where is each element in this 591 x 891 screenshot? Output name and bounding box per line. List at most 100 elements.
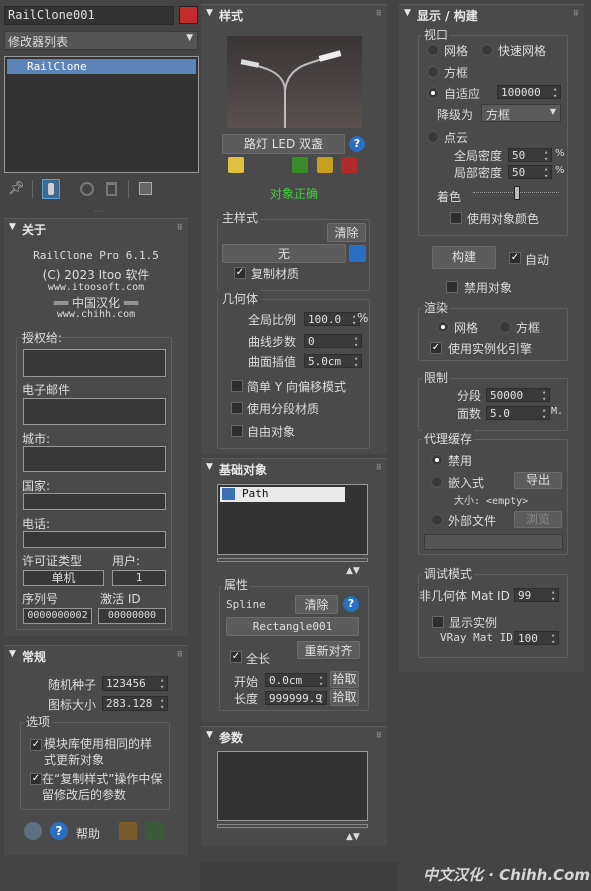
style-header[interactable]: ▼ 样式 ⠿ — [201, 5, 387, 25]
free-object-checkbox[interactable] — [231, 425, 243, 437]
use-object-color-checkbox[interactable] — [450, 212, 462, 224]
general-header[interactable]: ▼ 常规 ⠿ — [4, 646, 188, 666]
globe-icon[interactable] — [24, 822, 42, 840]
base-object-item-path[interactable]: Path — [220, 487, 345, 502]
help-icon[interactable]: ? — [343, 596, 359, 612]
adaptive-spinner[interactable]: 100000 — [497, 85, 561, 100]
seed-spinner[interactable]: 123456 — [102, 676, 168, 691]
viewport-pointcloud-radio[interactable] — [427, 131, 439, 143]
style-name-button[interactable]: 路灯 LED 双盏 — [222, 134, 345, 154]
faces-spinner[interactable]: 5.0 — [486, 406, 550, 421]
global-scale-spinner[interactable]: 100.0 — [304, 312, 360, 327]
arrow-left-red-icon[interactable] — [341, 157, 357, 173]
list-scrollbar[interactable] — [217, 558, 368, 562]
vray-matid-spinner[interactable]: 100 — [514, 631, 559, 646]
render-box-radio[interactable] — [499, 321, 511, 333]
segment-material-checkbox[interactable] — [231, 402, 243, 414]
status-text: 对象正确 — [269, 187, 318, 201]
spline-pick-button[interactable]: Rectangle001 — [226, 617, 359, 636]
surface-interp-spinner[interactable]: 5.0cm — [304, 354, 362, 369]
help-icon[interactable]: ? — [349, 136, 365, 152]
panel-drag-handle[interactable]: ···· — [94, 207, 104, 216]
icon-size-spinner[interactable]: 283.128 — [102, 696, 168, 711]
degrade-dropdown[interactable]: 方框 ▼ — [481, 104, 561, 122]
arrow-right-green-icon[interactable] — [292, 157, 308, 173]
show-instances-checkbox[interactable] — [432, 616, 444, 628]
length-pick-button[interactable]: 拾取 — [330, 689, 359, 706]
proxy-embedded-radio[interactable] — [431, 476, 443, 488]
length-spinner[interactable]: 999999.9 — [265, 691, 327, 706]
about-header[interactable]: ▼ 关于 ⠿ — [4, 219, 188, 239]
parameters-list[interactable] — [217, 751, 368, 821]
phone-field[interactable] — [23, 531, 166, 548]
object-color-swatch[interactable] — [179, 6, 198, 24]
display-build-title: 显示 / 构建 — [417, 9, 478, 23]
modifier-list-dropdown[interactable]: 修改器列表 ▼ — [4, 31, 198, 50]
refresh-icon[interactable] — [349, 245, 366, 262]
simple-y-checkbox[interactable] — [231, 380, 243, 392]
stack-item-railclone[interactable]: RailClone — [7, 59, 196, 74]
object-name-field[interactable]: RailClone001 — [4, 6, 174, 25]
modifier-stack-list[interactable]: RailClone — [4, 56, 199, 173]
opt2-checkbox[interactable]: ✓ — [30, 773, 42, 785]
proxy-disabled-radio[interactable] — [431, 454, 443, 466]
licensed-to-field[interactable] — [23, 349, 166, 377]
color-slider[interactable] — [473, 186, 559, 200]
length-label: 长度 — [234, 692, 259, 706]
move-up-icon[interactable]: ▲▼ — [346, 832, 360, 842]
help-icon[interactable]: ? — [50, 822, 68, 840]
build-button[interactable]: 构建 — [432, 246, 496, 269]
curve-steps-spinner[interactable]: 0 — [304, 334, 362, 349]
arrow-right-yellow-icon[interactable] — [317, 157, 333, 173]
country-label: 国家: — [22, 479, 51, 493]
start-pick-button[interactable]: 拾取 — [330, 671, 359, 688]
color-slider-thumb[interactable] — [514, 186, 520, 200]
parameters-header[interactable]: ▼ 参数 ⠿ — [201, 727, 387, 747]
country-field[interactable] — [23, 493, 166, 510]
main-style-clear-button[interactable]: 清除 — [327, 223, 366, 242]
viewport-box-radio[interactable] — [427, 66, 439, 78]
start-spinner[interactable]: 0.0cm — [265, 673, 327, 688]
make-unique-icon[interactable] — [80, 182, 94, 196]
auto-checkbox[interactable]: ✓ — [509, 252, 521, 264]
help-label[interactable]: 帮助 — [76, 825, 100, 842]
pin-stack-icon[interactable]: 📌︎ — [8, 181, 25, 196]
email-field[interactable] — [23, 398, 166, 425]
list-icon[interactable] — [145, 822, 163, 840]
configure-sets-icon[interactable] — [139, 182, 152, 195]
local-density-spinner[interactable]: 50 — [508, 165, 552, 180]
viewport-mesh-radio[interactable] — [427, 44, 439, 56]
show-end-result-icon[interactable] — [42, 179, 60, 199]
full-length-checkbox[interactable]: ✓ — [230, 651, 242, 663]
display-build-header[interactable]: ▼ 显示 / 构建 ⠿ — [399, 5, 584, 25]
modifier-list-label: 修改器列表 — [8, 35, 69, 49]
segments-spinner[interactable]: 50000 — [486, 388, 550, 403]
global-density-spinner[interactable]: 50 — [508, 148, 552, 163]
opt1-checkbox[interactable]: ✓ — [30, 739, 42, 751]
about-title: 关于 — [22, 223, 47, 237]
city-field[interactable] — [23, 446, 166, 472]
bar-chart-icon[interactable] — [119, 822, 137, 840]
proxy-path-field[interactable] — [424, 534, 563, 550]
copy-material-checkbox[interactable]: ✓ — [234, 267, 246, 279]
debug-label: 调试模式 — [422, 565, 475, 582]
move-up-icon[interactable]: ▲▼ — [346, 566, 360, 576]
viewport-adaptive-radio[interactable] — [427, 87, 439, 99]
proxy-export-button[interactable]: 导出 — [514, 472, 562, 489]
viewport-fast-mesh-radio[interactable] — [481, 44, 493, 56]
viewport-fast-mesh-label: 快速网格 — [498, 44, 547, 58]
main-style-none-button[interactable]: 无 — [222, 244, 346, 263]
nongeo-matid-spinner[interactable]: 99 — [514, 588, 559, 603]
edit-style-icon[interactable] — [228, 157, 244, 173]
parameters-scrollbar[interactable] — [217, 824, 368, 828]
remove-modifier-icon[interactable] — [106, 182, 117, 196]
base-objects-list[interactable]: Path — [217, 484, 368, 555]
proxy-browse-button[interactable]: 浏览 — [514, 511, 562, 528]
render-mesh-radio[interactable] — [437, 321, 449, 333]
proxy-external-radio[interactable] — [431, 514, 443, 526]
spline-clear-button[interactable]: 清除 — [295, 595, 338, 614]
disable-object-checkbox[interactable] — [446, 281, 458, 293]
base-objects-header[interactable]: ▼ 基础对象 ⠿ — [201, 459, 387, 479]
instancing-checkbox[interactable]: ✓ — [430, 342, 442, 354]
realign-button[interactable]: 重新对齐 — [297, 641, 360, 659]
